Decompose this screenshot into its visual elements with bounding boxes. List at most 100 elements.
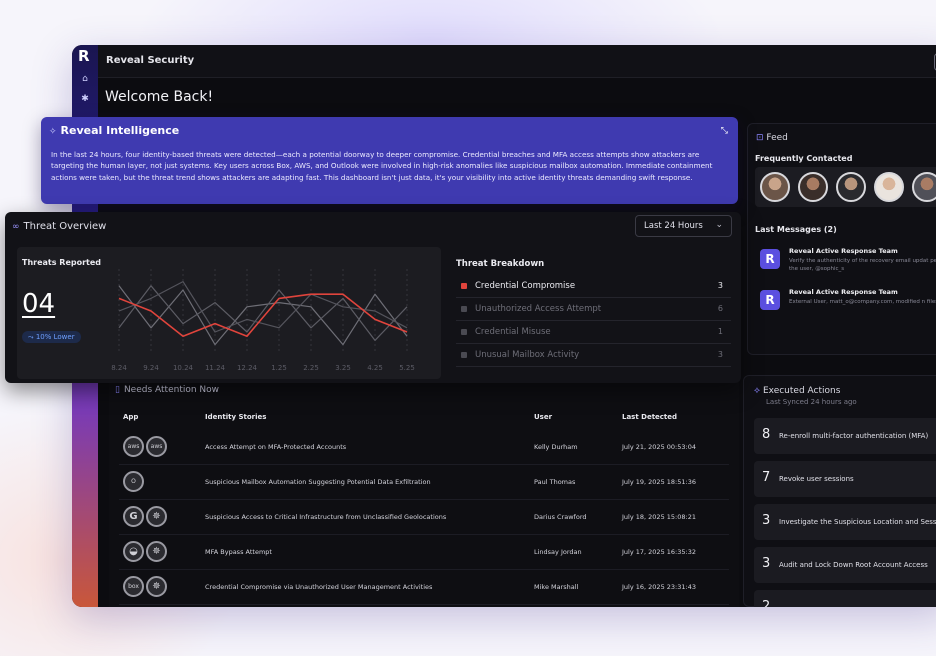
contacts-row <box>755 167 936 207</box>
welcome-heading: Welcome Back! <box>105 89 214 105</box>
threat-overview-title: ∞ Threat Overview <box>12 221 107 232</box>
breakdown-label: Unusual Mailbox Activity <box>475 350 580 360</box>
threat-overview-card: ∞ Threat Overview Last 24 Hours ⌄ Threats… <box>5 212 741 383</box>
avatar[interactable] <box>798 172 828 202</box>
breakdown-label: Credential Compromise <box>475 281 576 291</box>
breakdown-count: 3 <box>717 281 723 290</box>
threat-breakdown-title: Threat Breakdown <box>456 259 545 269</box>
outlook-icon: O <box>123 471 144 492</box>
reveal-logo-icon: R <box>760 249 780 269</box>
aws-icon: aws <box>123 436 144 457</box>
app-icons: box ✵ <box>123 576 169 597</box>
breakdown-count: 1 <box>717 327 723 336</box>
series-line <box>118 285 408 346</box>
app-icons: O <box>123 471 146 492</box>
col-last-detected: Last Detected <box>622 413 678 421</box>
message-body: External User, matt_o@company.com, modif… <box>789 299 936 305</box>
breakdown-row[interactable]: Credential Compromise 3 <box>456 275 731 298</box>
gear-badge-icon: ✵ <box>146 541 167 562</box>
chevron-down-icon: ⌄ <box>715 220 723 230</box>
breakdown-marker <box>461 283 467 289</box>
reveal-intelligence-card: ✧ Reveal Intelligence ⤡ In the last 24 ho… <box>41 117 738 204</box>
binoculars-icon: ∞ <box>12 222 20 232</box>
avatar[interactable] <box>836 172 866 202</box>
last-messages-label: Last Messages (2) <box>755 225 837 234</box>
google-icon: G <box>123 506 144 527</box>
last-detected: July 18, 2025 15:08:21 <box>622 513 696 521</box>
aws-icon: aws <box>146 436 167 457</box>
app-icons: ◒ ✵ <box>123 541 169 562</box>
last-synced: Last Synced 24 hours ago <box>766 398 857 406</box>
x-tick-label: 9.24 <box>143 364 159 372</box>
alerts-icon[interactable]: ✱ <box>79 93 91 105</box>
action-count: 7 <box>762 470 771 485</box>
table-row[interactable]: aws aws Access Attempt on MFA-Protected A… <box>119 430 729 465</box>
app-icons: G ✵ <box>123 506 169 527</box>
feed-title: ⊡ Feed <box>756 133 788 143</box>
trend-down-icon: ⤳ <box>28 333 36 341</box>
feed-message[interactable]: R Reveal Active Response Team External U… <box>755 288 936 324</box>
breakdown-row[interactable]: Credential Misuse 1 <box>456 321 731 344</box>
action-label: Audit and Lock Down Root Account Access <box>779 561 928 569</box>
threat-trend-chart: 8.24 9.24 10.24 11.24 12.24 1.25 2.25 3.25 4.25 5… <box>111 269 415 372</box>
x-tick-label: 3.25 <box>335 364 351 372</box>
okta-icon: ◒ <box>123 541 144 562</box>
intelligence-title: ✧ Reveal Intelligence <box>49 124 180 137</box>
user-name: Kelly Durham <box>534 443 578 451</box>
needs-attention-panel: ▯ Needs Attention Now App Identity Storie… <box>109 378 739 607</box>
action-item[interactable]: 2 <box>754 590 936 607</box>
breakdown-label: Unauthorized Access Attempt <box>475 304 602 314</box>
identity-story: Suspicious Mailbox Automation Suggesting… <box>205 478 431 486</box>
action-count: 3 <box>762 556 771 571</box>
action-item[interactable]: 8 Re-enroll multi-factor authentication … <box>754 418 936 454</box>
identity-story: Credential Compromise via Unauthorized U… <box>205 583 433 591</box>
action-item[interactable]: 3 Audit and Lock Down Root Account Acces… <box>754 547 936 583</box>
action-count: 3 <box>762 513 771 528</box>
breakdown-row[interactable]: Unauthorized Access Attempt 6 <box>456 298 731 321</box>
action-count: 2 <box>762 599 771 607</box>
trend-badge: ⤳ 10% Lower <box>22 331 81 343</box>
user-name: Paul Thomas <box>534 478 576 486</box>
collapse-icon[interactable]: ⤡ <box>721 126 728 136</box>
avatar[interactable] <box>874 172 904 202</box>
time-range-select[interactable]: Last 24 Hours ⌄ <box>635 215 732 237</box>
threats-reported-label: Threats Reported <box>22 258 102 267</box>
table-row[interactable]: ◒ ✵ MFA Bypass Attempt Lindsay Jordan Jul… <box>119 535 729 570</box>
avatar[interactable] <box>760 172 790 202</box>
home-icon[interactable]: ⌂ <box>79 73 91 85</box>
table-row[interactable]: G ✵ Suspicious Access to Critical Infrast… <box>119 500 729 535</box>
action-item[interactable]: 3 Investigate the Suspicious Location an… <box>754 504 936 540</box>
feed-panel: ⊡ Feed Frequently Contacted Last Message… <box>747 123 936 355</box>
x-tick-label: 5.25 <box>399 364 415 372</box>
executed-actions-panel: ⟡ Executed Actions Last Synced 24 hours a… <box>743 375 936 607</box>
avatar[interactable] <box>912 172 936 202</box>
threats-reported-card: Threats Reported 04 ⤳ 10% Lower 8.24 9.24… <box>17 247 441 379</box>
col-identity-stories: Identity Stories <box>205 413 267 421</box>
breakdown-count: 6 <box>717 304 723 313</box>
feed-message[interactable]: R Reveal Active Response Team Verify the… <box>755 247 936 283</box>
identity-story: MFA Bypass Attempt <box>205 548 272 556</box>
breakdown-count: 3 <box>717 350 723 359</box>
action-item[interactable]: 7 Revoke user sessions <box>754 461 936 497</box>
gear-badge-icon: ✵ <box>146 506 167 527</box>
table-row[interactable]: O Suspicious Mailbox Automation Suggesti… <box>119 465 729 500</box>
reveal-logo-icon[interactable]: R <box>78 49 92 64</box>
last-detected: July 19, 2025 18:51:36 <box>622 478 696 486</box>
app-title: Reveal Security <box>106 55 195 66</box>
message-title: Reveal Active Response Team <box>789 288 898 296</box>
breakdown-label: Credential Misuse <box>475 327 551 337</box>
col-app: App <box>123 413 139 421</box>
x-tick-label: 4.25 <box>367 364 383 372</box>
sparkle-icon: ✧ <box>49 127 57 137</box>
time-range-value: Last 24 Hours <box>644 221 703 231</box>
last-detected: July 16, 2025 23:31:43 <box>622 583 696 591</box>
user-name: Lindsay Jordan <box>534 548 582 556</box>
action-label: Re-enroll multi-factor authentication (M… <box>779 432 929 440</box>
breakdown-row[interactable]: Unusual Mailbox Activity 3 <box>456 344 731 367</box>
action-label: Investigate the Suspicious Location and … <box>779 518 936 526</box>
app-icons: aws aws <box>123 436 169 457</box>
x-tick-label: 2.25 <box>303 364 319 372</box>
message-body: Verify the authenticity of the recovery … <box>789 258 936 272</box>
table-row[interactable]: box ✵ Credential Compromise via Unauthori… <box>119 570 729 605</box>
user-name: Darius Crawford <box>534 513 587 521</box>
